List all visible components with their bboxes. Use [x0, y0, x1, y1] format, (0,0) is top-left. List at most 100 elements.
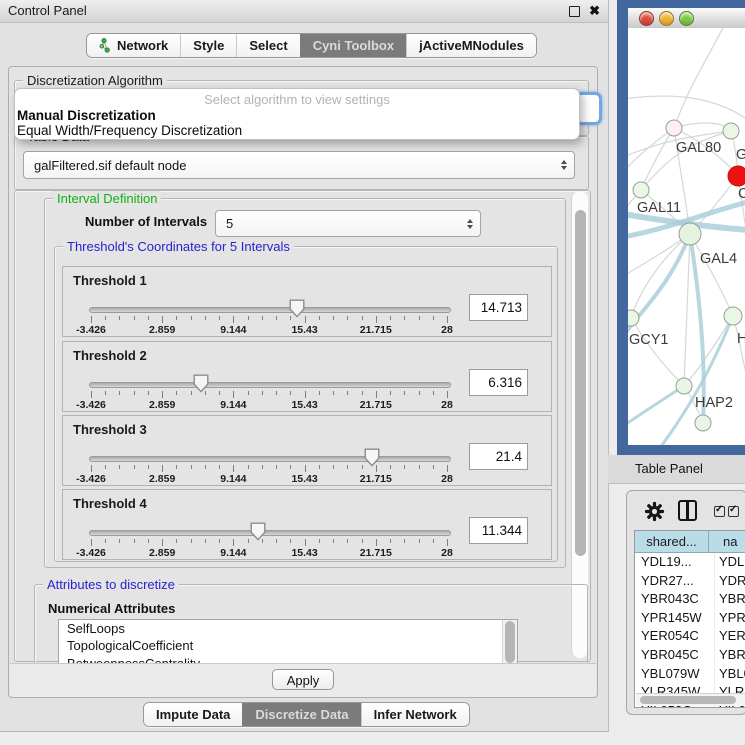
slider-tick	[233, 391, 234, 398]
column-header-shared-name[interactable]: shared...	[635, 531, 709, 552]
slider-tick	[404, 465, 405, 469]
table-horizontal-scrollbar[interactable]	[636, 693, 745, 706]
network-node[interactable]	[633, 182, 649, 198]
select-all-checkbox-icon[interactable]	[728, 506, 739, 517]
network-node[interactable]	[679, 223, 701, 245]
settings-gear-icon[interactable]	[644, 501, 665, 527]
slider-tick	[205, 316, 206, 320]
table-row[interactable]: YDL19...YDL1	[635, 553, 745, 572]
slider-tick	[134, 539, 135, 543]
traffic-light-minimize-icon[interactable]	[659, 11, 674, 26]
tab-network[interactable]: Network	[87, 34, 180, 57]
network-node-label: H	[737, 331, 745, 347]
node-table[interactable]: shared... na YDL19...YDL1YDR27...YDR2YBR…	[634, 530, 745, 708]
list-vertical-scrollbar[interactable]	[502, 620, 517, 664]
slider-tick	[305, 539, 306, 546]
network-edge[interactable]	[674, 123, 731, 131]
float-window-icon[interactable]	[569, 6, 580, 17]
slider-tick	[134, 391, 135, 395]
network-edge[interactable]	[733, 316, 745, 380]
slider-thumb[interactable]	[289, 299, 305, 318]
slider-tick	[262, 391, 263, 395]
slider-tick-label: 21.715	[344, 473, 408, 485]
scrollbar-thumb[interactable]	[640, 696, 736, 704]
network-node[interactable]	[724, 307, 742, 325]
scrollbar-thumb[interactable]	[505, 621, 515, 663]
slider-track[interactable]	[89, 456, 451, 462]
tab-select[interactable]: Select	[236, 34, 299, 57]
slider-thumb[interactable]	[193, 374, 209, 393]
slider-tick	[319, 316, 320, 320]
threshold-value-field[interactable]: 11.344	[469, 517, 528, 544]
slider-tick	[333, 316, 334, 320]
slider-tick	[105, 465, 106, 469]
control-panel-titlebar: Control Panel ✖	[0, 0, 608, 23]
tab-style[interactable]: Style	[180, 34, 236, 57]
slider-tick	[148, 316, 149, 320]
slider-tick-label: 21.715	[344, 547, 408, 559]
network-edge[interactable]	[628, 96, 745, 120]
column-selector-icon[interactable]	[678, 500, 697, 521]
threshold-value-field[interactable]: 6.316	[469, 369, 528, 396]
attribute-list-item[interactable]: TopologicalCoefficient	[59, 637, 517, 654]
dropdown-option-manual-discretization[interactable]: Manual Discretization	[15, 108, 579, 123]
network-node[interactable]	[728, 166, 745, 186]
network-edge[interactable]	[631, 234, 690, 318]
column-header-name[interactable]: na	[709, 531, 745, 552]
slider-thumb[interactable]	[250, 522, 266, 541]
slider-track[interactable]	[89, 382, 451, 388]
slider-track[interactable]	[89, 307, 451, 313]
slider-tick	[433, 316, 434, 320]
threshold-label: Threshold 2	[73, 348, 147, 363]
network-node[interactable]	[666, 120, 682, 136]
dropdown-option-equal-width-frequency-discretization[interactable]: Equal Width/Frequency Discretization	[15, 123, 579, 138]
attribute-list-item[interactable]: SelfLoops	[59, 620, 517, 637]
tab-impute-data[interactable]: Impute Data	[144, 703, 242, 726]
threshold-value-field[interactable]: 21.4	[469, 443, 528, 470]
network-edge[interactable]	[628, 128, 674, 185]
network-node[interactable]	[723, 123, 739, 139]
slider-tick-label: -3.426	[59, 324, 123, 336]
tab-discretize-data[interactable]: Discretize Data	[242, 703, 360, 726]
tab-jactivemnodules[interactable]: jActiveMNodules	[406, 34, 536, 57]
table-row[interactable]: YPR145WYPR1	[635, 609, 745, 628]
slider-tick-label: 9.144	[201, 473, 265, 485]
network-edge[interactable]	[684, 316, 733, 386]
network-window-titlebar[interactable]	[628, 8, 745, 29]
network-edge[interactable]	[631, 318, 684, 386]
traffic-light-close-icon[interactable]	[639, 11, 654, 26]
tab-infer-network[interactable]: Infer Network	[361, 703, 469, 726]
network-node[interactable]	[628, 310, 639, 326]
scrollbar-thumb[interactable]	[575, 210, 586, 556]
table-row[interactable]: YDR27...YDR2	[635, 572, 745, 591]
network-canvas[interactable]: GAL80GCGAL11GAL4GCY1HHAP2	[628, 28, 745, 445]
table-row[interactable]: YBR045CYBR0	[635, 646, 745, 665]
slider-tick	[433, 465, 434, 469]
tab-label: Style	[193, 38, 224, 53]
tab-cyni-toolbox[interactable]: Cyni Toolbox	[300, 34, 406, 57]
number-of-intervals-combobox[interactable]: 5	[215, 210, 481, 237]
close-icon[interactable]: ✖	[589, 0, 600, 22]
slider-tick	[248, 465, 249, 469]
tab-label: jActiveMNodules	[419, 38, 524, 53]
slider-thumb[interactable]	[364, 448, 380, 467]
slider-tick-label: 2.859	[130, 473, 194, 485]
slider-track[interactable]	[89, 530, 451, 536]
network-edge[interactable]	[674, 28, 728, 128]
select-all-checkbox-icon[interactable]	[714, 506, 725, 517]
network-node[interactable]	[695, 415, 711, 431]
slider-tick	[404, 316, 405, 320]
table-row[interactable]: YER054CYER0	[635, 627, 745, 646]
table-data-combobox[interactable]: galFiltered.sif default node	[23, 151, 575, 179]
table-row[interactable]: YBL079WYBL0	[635, 665, 745, 684]
slider-tick	[176, 465, 177, 469]
network-edge[interactable]	[684, 234, 690, 386]
apply-button[interactable]: Apply	[272, 669, 334, 690]
traffic-light-zoom-icon[interactable]	[679, 11, 694, 26]
numerical-attributes-list[interactable]: SelfLoopsTopologicalCoefficientBetweenne…	[58, 619, 518, 665]
table-row[interactable]: YBR043CYBR0	[635, 590, 745, 609]
network-node-label: GAL80	[676, 140, 721, 156]
network-node[interactable]	[676, 378, 692, 394]
threshold-value-field[interactable]: 14.713	[469, 294, 528, 321]
network-edge[interactable]	[641, 128, 674, 190]
